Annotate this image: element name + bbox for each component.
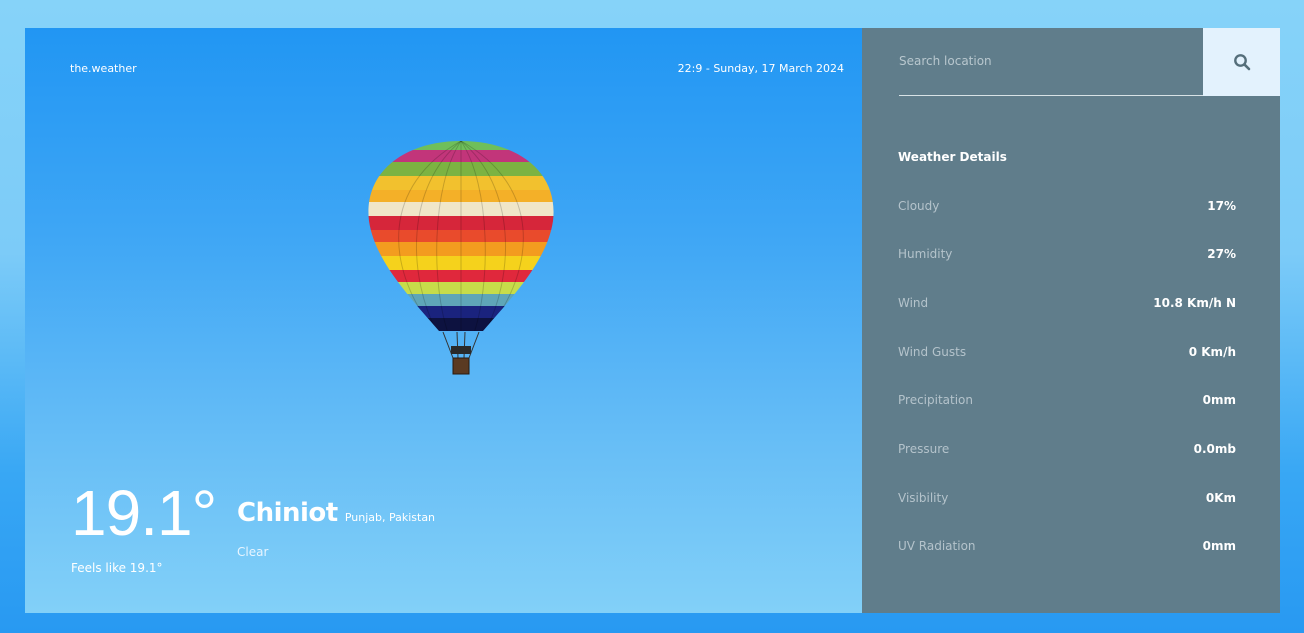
- search-input[interactable]: [899, 28, 1203, 94]
- location: Chiniot Punjab, Pakistan: [237, 498, 435, 528]
- detail-row-cloudy: Cloudy 17%: [898, 199, 1236, 213]
- date-time: 22:9 - Sunday, 17 March 2024: [677, 62, 844, 75]
- detail-row-pressure: Pressure 0.0mb: [898, 442, 1236, 456]
- brand-logo[interactable]: the.weather: [70, 62, 137, 75]
- region-name: Punjab, Pakistan: [344, 511, 436, 524]
- detail-value: 0 Km/h: [1188, 345, 1236, 359]
- hot-air-balloon-image: [368, 141, 554, 375]
- city-name: Chiniot: [237, 498, 338, 528]
- weather-details-title: Weather Details: [898, 150, 1007, 164]
- main-panel: the.weather 22:9 - Sunday, 17 March 2024: [25, 28, 862, 613]
- detail-value: 0Km: [1205, 491, 1236, 505]
- detail-label: Precipitation: [898, 393, 974, 407]
- feels-like: Feels like 19.1°: [71, 561, 163, 575]
- detail-label: Wind Gusts: [898, 345, 967, 359]
- temperature: 19.1°: [71, 477, 217, 549]
- detail-row-humidity: Humidity 27%: [898, 247, 1236, 261]
- detail-row-wind: Wind 10.8 Km/h N: [898, 296, 1236, 310]
- detail-label: Cloudy: [898, 199, 940, 213]
- detail-row-uv-radiation: UV Radiation 0mm: [898, 539, 1236, 553]
- detail-label: Humidity: [898, 247, 953, 261]
- detail-value: 10.8 Km/h N: [1153, 296, 1236, 310]
- detail-row-wind-gusts: Wind Gusts 0 Km/h: [898, 345, 1236, 359]
- detail-row-visibility: Visibility 0Km: [898, 491, 1236, 505]
- detail-row-precipitation: Precipitation 0mm: [898, 393, 1236, 407]
- detail-label: UV Radiation: [898, 539, 976, 553]
- search-bar: [899, 28, 1203, 96]
- detail-value: 17%: [1207, 199, 1236, 213]
- weather-app: the.weather 22:9 - Sunday, 17 March 2024: [25, 28, 1280, 613]
- detail-label: Visibility: [898, 491, 949, 505]
- detail-value: 0.0mb: [1193, 442, 1236, 456]
- detail-value: 0mm: [1202, 393, 1236, 407]
- search-icon: [1233, 54, 1250, 71]
- weather-condition: Clear: [237, 545, 269, 559]
- detail-value: 0mm: [1202, 539, 1236, 553]
- detail-label: Pressure: [898, 442, 950, 456]
- detail-label: Wind: [898, 296, 929, 310]
- details-panel: Weather Details Cloudy 17% Humidity 27% …: [862, 28, 1280, 613]
- search-button[interactable]: [1203, 28, 1280, 96]
- detail-value: 27%: [1207, 247, 1236, 261]
